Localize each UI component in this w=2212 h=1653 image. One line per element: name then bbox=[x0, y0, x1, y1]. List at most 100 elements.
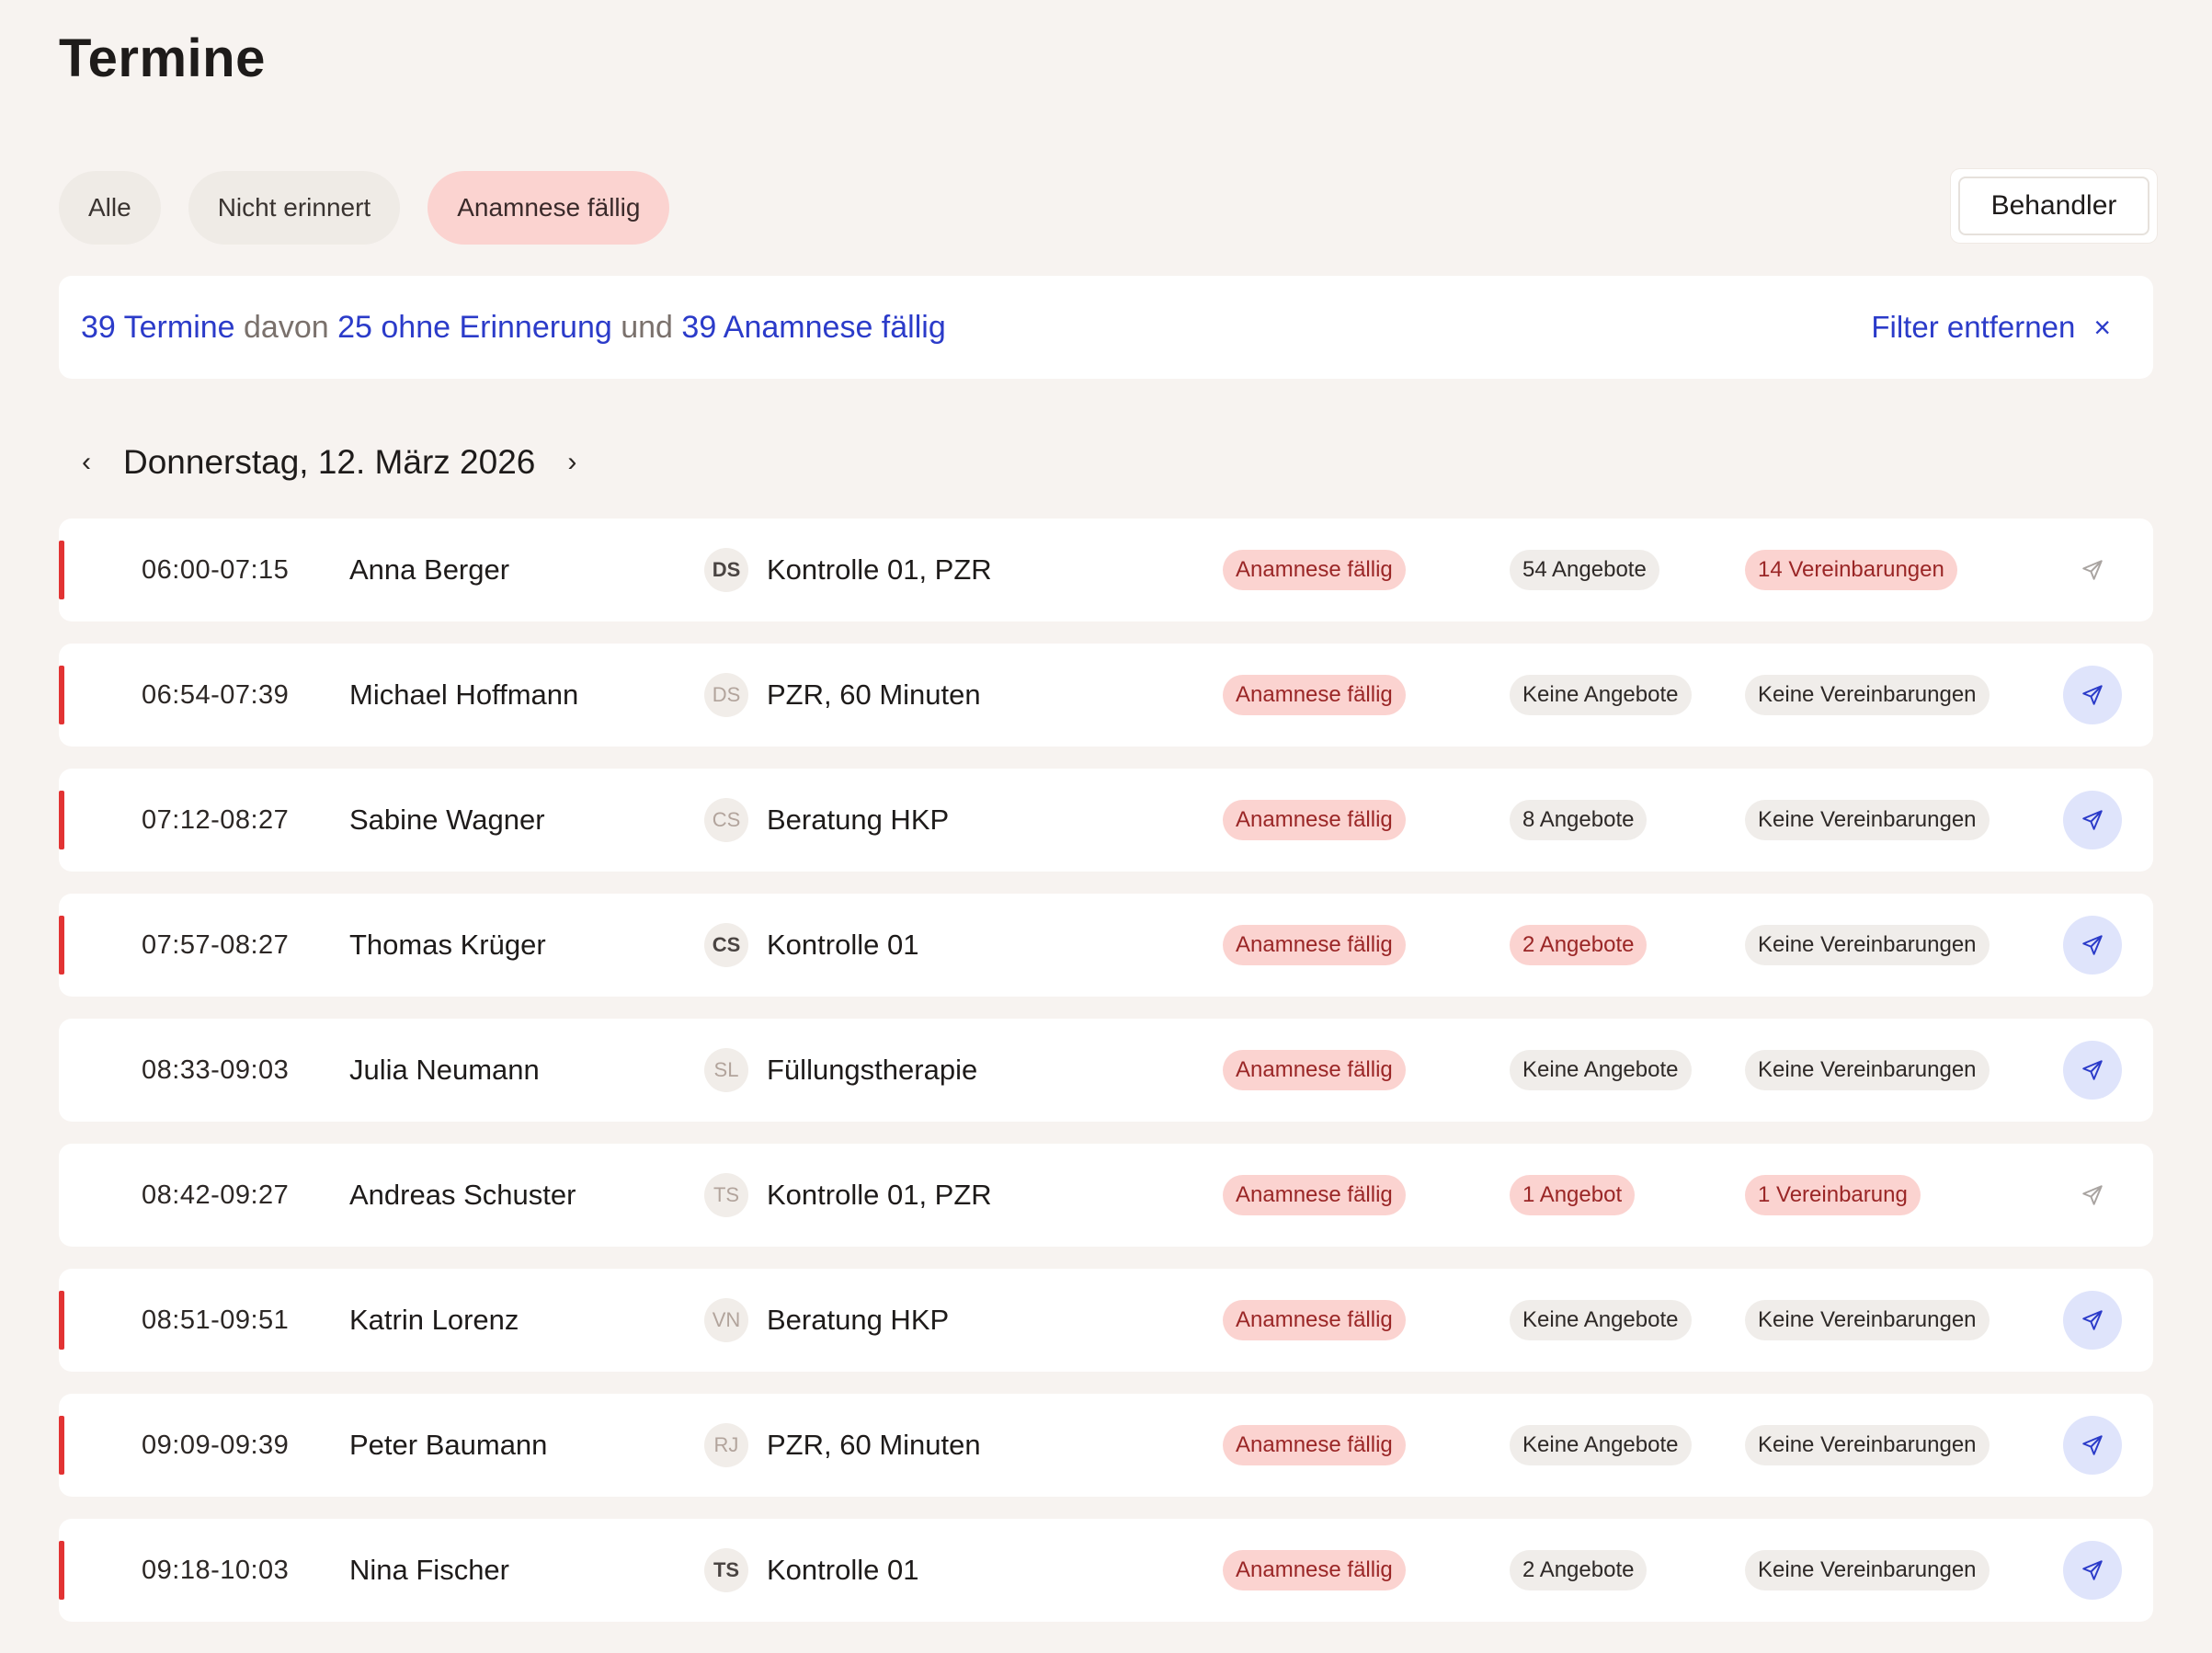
practitioner-avatar: SL bbox=[704, 1048, 748, 1092]
angebote-badge: Keine Angebote bbox=[1510, 1050, 1692, 1090]
appointment-row[interactable]: 06:54-07:39 Michael Hoffmann DS PZR, 60 … bbox=[59, 644, 2153, 747]
send-icon bbox=[2082, 1185, 2103, 1205]
send-icon bbox=[2082, 810, 2103, 830]
appointment-row[interactable]: 08:33-09:03 Julia Neumann SL Füllungsthe… bbox=[59, 1019, 2153, 1122]
summary-separator: und bbox=[611, 309, 682, 345]
patient-name: Julia Neumann bbox=[349, 1054, 540, 1086]
vereinbarungen-badge: Keine Vereinbarungen bbox=[1745, 1050, 1990, 1090]
appointment-time: 08:51-09:51 bbox=[142, 1305, 290, 1335]
treatment-label: Beratung HKP bbox=[767, 1304, 950, 1336]
send-icon bbox=[2082, 1435, 2103, 1455]
practitioner-avatar: DS bbox=[704, 673, 748, 717]
chevron-right-icon[interactable]: › bbox=[561, 447, 583, 478]
appointment-row[interactable]: 09:09-09:39 Peter Baumann RJ PZR, 60 Min… bbox=[59, 1394, 2153, 1497]
angebote-badge: 1 Angebot bbox=[1510, 1175, 1636, 1215]
patient-name: Peter Baumann bbox=[349, 1429, 548, 1461]
vereinbarungen-badge: Keine Vereinbarungen bbox=[1745, 925, 1990, 965]
summary-ohne-erinnerung-count: 25 ohne Erinnerung bbox=[337, 309, 612, 345]
angebote-badge: 8 Angebote bbox=[1510, 800, 1648, 840]
appointment-row[interactable]: 08:42-09:27 Andreas Schuster TS Kontroll… bbox=[59, 1144, 2153, 1247]
clear-filter-button[interactable]: Filter entfernen × bbox=[1871, 310, 2131, 345]
chevron-left-icon[interactable]: ‹ bbox=[75, 447, 97, 478]
appointment-time: 08:33-09:03 bbox=[142, 1055, 290, 1085]
send-reminder-button[interactable] bbox=[2063, 1541, 2122, 1600]
filter-chip-alle[interactable]: Alle bbox=[59, 171, 161, 245]
patient-name: Katrin Lorenz bbox=[349, 1304, 519, 1336]
treatment-label: Kontrolle 01 bbox=[767, 1554, 919, 1586]
anamnese-badge: Anamnese fällig bbox=[1223, 1300, 1406, 1340]
vereinbarungen-badge: 14 Vereinbarungen bbox=[1745, 550, 1957, 590]
summary-separator: davon bbox=[234, 309, 338, 345]
anamnese-badge: Anamnese fällig bbox=[1223, 925, 1406, 965]
summary-bar: 39 Termine davon 25 ohne Erinnerung und … bbox=[59, 276, 2153, 379]
appointment-time: 07:57-08:27 bbox=[142, 930, 290, 960]
send-reminder-button[interactable] bbox=[2063, 791, 2122, 849]
anamnese-badge: Anamnese fällig bbox=[1223, 550, 1406, 590]
send-reminder-button[interactable] bbox=[2063, 916, 2122, 975]
appointment-time: 08:42-09:27 bbox=[142, 1180, 290, 1210]
practitioner-avatar: RJ bbox=[704, 1423, 748, 1467]
patient-name: Thomas Krüger bbox=[349, 929, 546, 961]
send-reminder-button[interactable] bbox=[2063, 541, 2122, 599]
vereinbarungen-badge: Keine Vereinbarungen bbox=[1745, 1550, 1990, 1590]
vereinbarungen-badge: Keine Vereinbarungen bbox=[1745, 1425, 1990, 1465]
reminder-missing-marker bbox=[59, 1541, 64, 1600]
appointment-row[interactable]: 08:51-09:51 Katrin Lorenz VN Beratung HK… bbox=[59, 1269, 2153, 1372]
reminder-missing-marker bbox=[59, 1291, 64, 1350]
send-reminder-button[interactable] bbox=[2063, 1416, 2122, 1475]
appointments-page: Termine Alle Nicht erinnert Anamnese fäl… bbox=[0, 0, 2212, 1653]
treatment-label: Beratung HKP bbox=[767, 804, 950, 836]
summary-text: 39 Termine davon 25 ohne Erinnerung und … bbox=[81, 310, 946, 346]
patient-name: Michael Hoffmann bbox=[349, 678, 579, 711]
angebote-badge: 2 Angebote bbox=[1510, 1550, 1648, 1590]
practitioner-avatar: CS bbox=[704, 923, 748, 967]
behandler-container: Behandler bbox=[1951, 169, 2157, 243]
patient-name: Anna Berger bbox=[349, 553, 510, 586]
behandler-button[interactable]: Behandler bbox=[1958, 177, 2149, 235]
send-reminder-button[interactable] bbox=[2063, 1291, 2122, 1350]
current-date: Donnerstag, 12. März 2026 bbox=[123, 443, 536, 481]
vereinbarungen-badge: 1 Vereinbarung bbox=[1745, 1175, 1921, 1215]
practitioner-avatar: TS bbox=[704, 1548, 748, 1592]
anamnese-badge: Anamnese fällig bbox=[1223, 1050, 1406, 1090]
send-reminder-button[interactable] bbox=[2063, 1166, 2122, 1225]
appointment-row[interactable]: 06:00-07:15 Anna Berger DS Kontrolle 01,… bbox=[59, 519, 2153, 621]
patient-name: Nina Fischer bbox=[349, 1554, 509, 1586]
practitioner-avatar: TS bbox=[704, 1173, 748, 1217]
vereinbarungen-badge: Keine Vereinbarungen bbox=[1745, 800, 1990, 840]
angebote-badge: 54 Angebote bbox=[1510, 550, 1659, 590]
reminder-missing-marker bbox=[59, 541, 64, 599]
treatment-label: Kontrolle 01, PZR bbox=[767, 553, 992, 586]
treatment-label: Kontrolle 01 bbox=[767, 929, 919, 961]
vereinbarungen-badge: Keine Vereinbarungen bbox=[1745, 1300, 1990, 1340]
practitioner-avatar: CS bbox=[704, 798, 748, 842]
angebote-badge: 2 Angebote bbox=[1510, 925, 1648, 965]
filter-chip-nicht-erinnert[interactable]: Nicht erinnert bbox=[188, 171, 401, 245]
treatment-label: PZR, 60 Minuten bbox=[767, 678, 981, 711]
practitioner-avatar: VN bbox=[704, 1298, 748, 1342]
anamnese-badge: Anamnese fällig bbox=[1223, 800, 1406, 840]
angebote-badge: Keine Angebote bbox=[1510, 675, 1692, 715]
page-title: Termine bbox=[59, 28, 266, 88]
appointment-time: 07:12-08:27 bbox=[142, 805, 290, 835]
anamnese-badge: Anamnese fällig bbox=[1223, 1175, 1406, 1215]
treatment-label: Kontrolle 01, PZR bbox=[767, 1179, 992, 1211]
send-icon bbox=[2082, 1560, 2103, 1580]
appointment-row[interactable]: 09:18-10:03 Nina Fischer TS Kontrolle 01… bbox=[59, 1519, 2153, 1622]
filter-chip-anamnese-faellig[interactable]: Anamnese fällig bbox=[428, 171, 670, 245]
appointment-list: 06:00-07:15 Anna Berger DS Kontrolle 01,… bbox=[59, 519, 2153, 1644]
anamnese-badge: Anamnese fällig bbox=[1223, 1425, 1406, 1465]
reminder-missing-marker bbox=[59, 666, 64, 724]
appointment-row[interactable]: 07:12-08:27 Sabine Wagner CS Beratung HK… bbox=[59, 769, 2153, 872]
reminder-missing-marker bbox=[59, 916, 64, 975]
appointment-time: 06:54-07:39 bbox=[142, 680, 290, 710]
send-icon bbox=[2082, 935, 2103, 955]
send-reminder-button[interactable] bbox=[2063, 1041, 2122, 1100]
appointment-time: 09:09-09:39 bbox=[142, 1431, 290, 1460]
appointment-time: 09:18-10:03 bbox=[142, 1556, 290, 1585]
patient-name: Andreas Schuster bbox=[349, 1179, 576, 1211]
appointment-row[interactable]: 07:57-08:27 Thomas Krüger CS Kontrolle 0… bbox=[59, 894, 2153, 997]
anamnese-badge: Anamnese fällig bbox=[1223, 675, 1406, 715]
reminder-missing-marker bbox=[59, 791, 64, 849]
send-reminder-button[interactable] bbox=[2063, 666, 2122, 724]
